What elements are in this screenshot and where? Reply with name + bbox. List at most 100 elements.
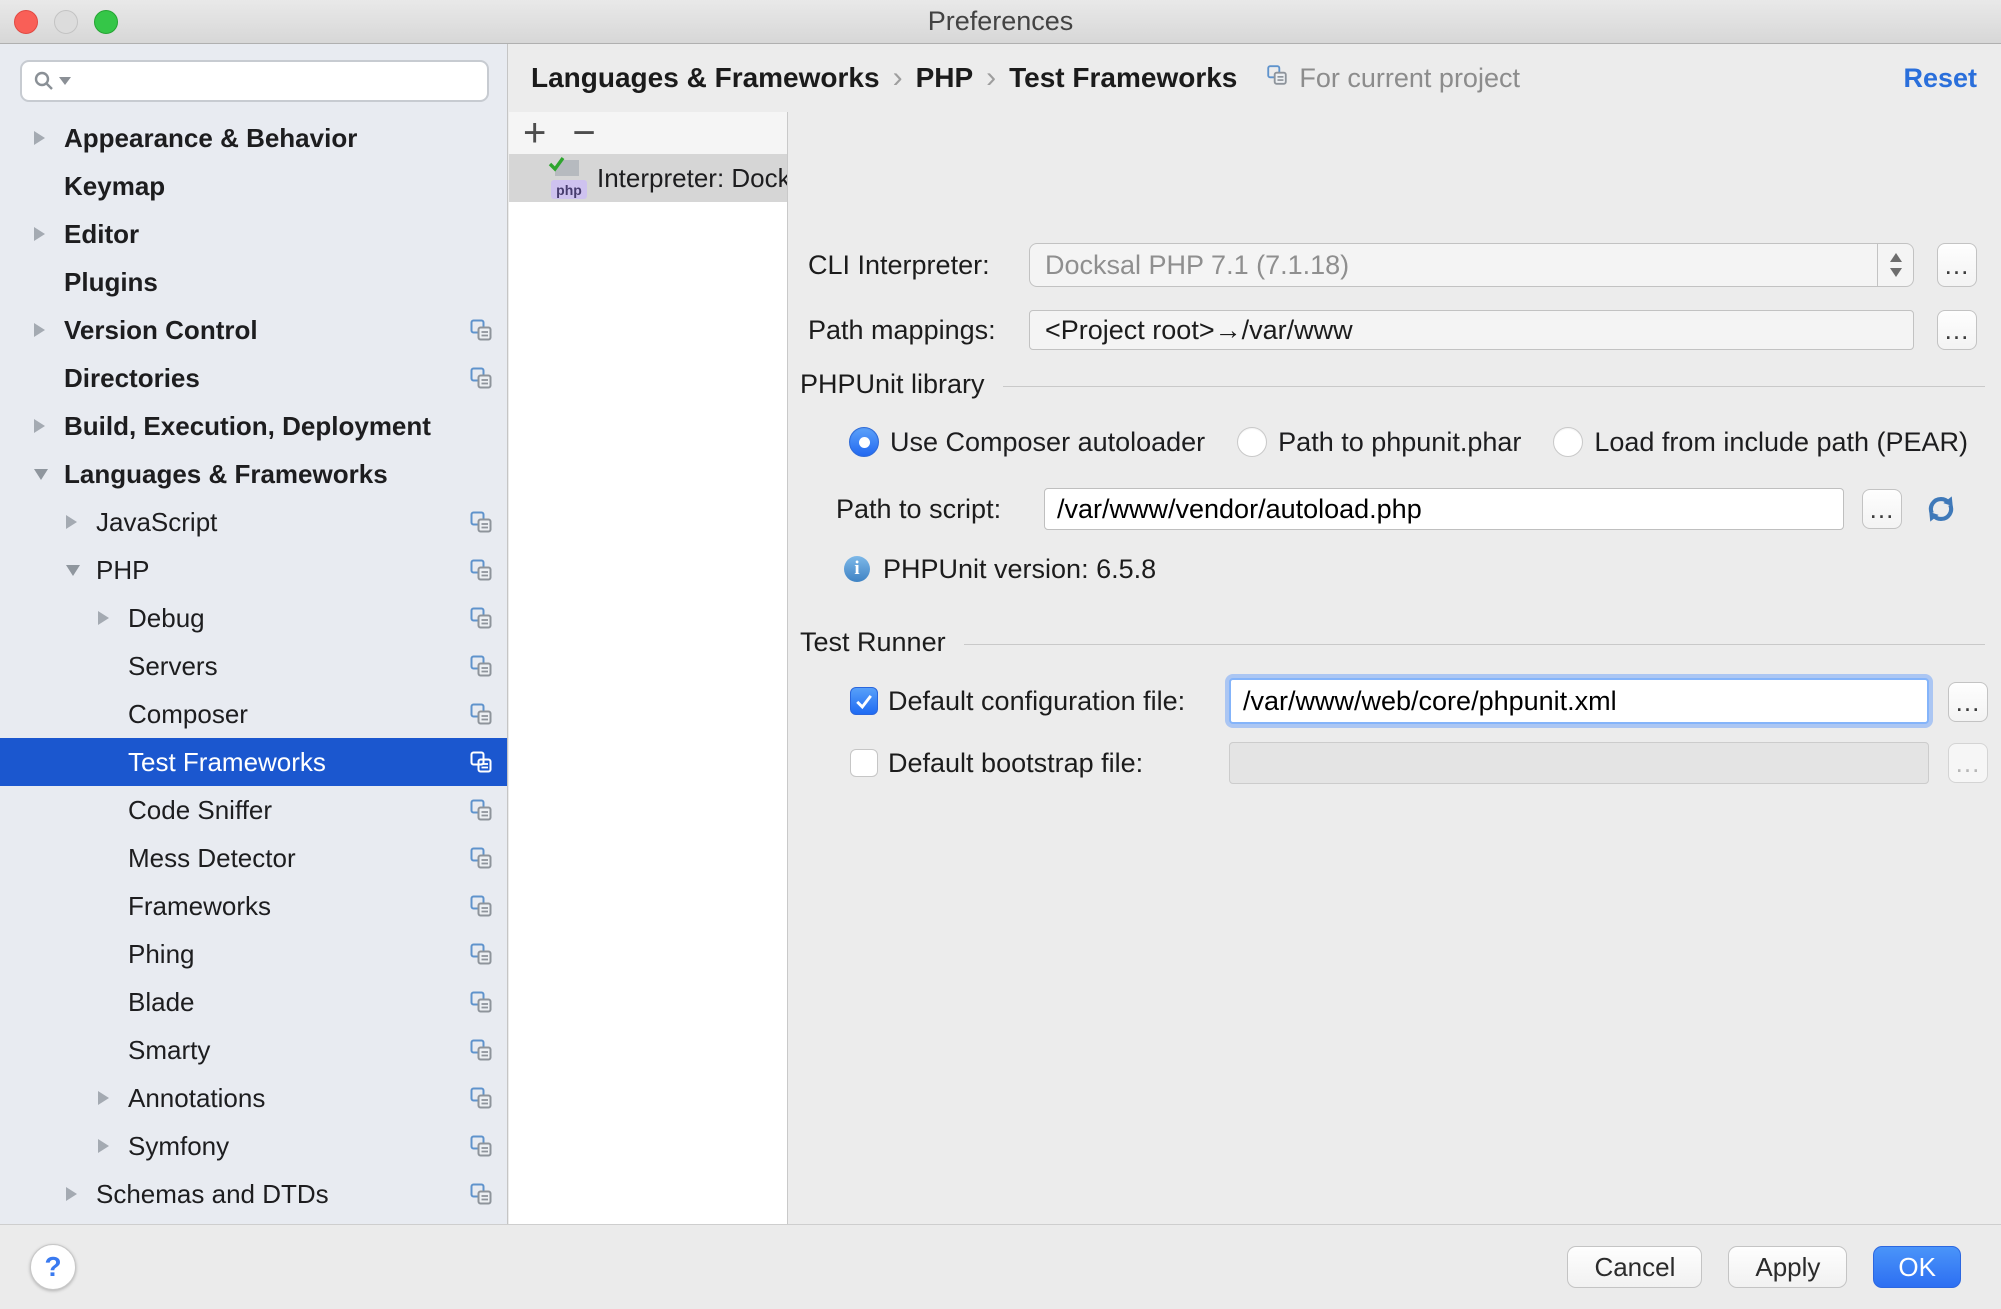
chevron-right-icon[interactable] xyxy=(66,515,96,529)
settings-search[interactable] xyxy=(20,60,489,102)
project-settings-icon xyxy=(468,1037,494,1063)
dialog-footer: ? Cancel Apply OK xyxy=(0,1224,2001,1309)
chevron-right-icon[interactable] xyxy=(98,1139,128,1153)
sidebar-item-appearance-behavior[interactable]: Appearance & Behavior xyxy=(0,114,507,162)
sidebar-item-phing[interactable]: Phing xyxy=(0,930,507,978)
remove-button[interactable]: − xyxy=(572,113,595,153)
help-icon[interactable]: ? xyxy=(30,1244,76,1290)
zoom-window-icon[interactable] xyxy=(94,10,118,34)
sidebar-item-build-execution-deployment[interactable]: Build, Execution, Deployment xyxy=(0,402,507,450)
default-bootstrap-checkbox[interactable] xyxy=(850,749,878,777)
cli-interpreter-select[interactable]: Docksal PHP 7.1 (7.1.18) xyxy=(1029,243,1914,287)
sidebar-item-keymap[interactable]: Keymap xyxy=(0,162,507,210)
search-filter-caret-icon[interactable] xyxy=(59,77,71,85)
sidebar-item-php[interactable]: PHP xyxy=(0,546,507,594)
default-config-browse-button[interactable]: ... xyxy=(1948,682,1988,722)
sidebar-item-debug[interactable]: Debug xyxy=(0,594,507,642)
cancel-button[interactable]: Cancel xyxy=(1567,1246,1702,1288)
path-mappings-label: Path mappings: xyxy=(808,310,996,350)
default-config-checkbox[interactable] xyxy=(850,687,878,715)
radio-button-icon[interactable] xyxy=(1553,427,1583,457)
title-bar: Preferences xyxy=(0,0,2001,44)
header-band: Languages & Frameworks › PHP › Test Fram… xyxy=(509,44,2001,112)
chevron-down-icon[interactable] xyxy=(66,565,96,576)
sidebar-item-label: Code Sniffer xyxy=(128,795,272,826)
chevron-right-icon[interactable] xyxy=(98,1091,128,1105)
sidebar-item-label: Schemas and DTDs xyxy=(96,1179,329,1210)
search-input[interactable] xyxy=(77,67,477,95)
sidebar-item-version-control[interactable]: Version Control xyxy=(0,306,507,354)
sidebar-item-label: Languages & Frameworks xyxy=(64,459,388,490)
breadcrumb-item[interactable]: Languages & Frameworks xyxy=(531,62,880,94)
ok-button[interactable]: OK xyxy=(1873,1246,1961,1288)
sidebar-item-label: Debug xyxy=(128,603,205,634)
default-bootstrap-browse-button: ... xyxy=(1948,743,1988,783)
default-config-input[interactable] xyxy=(1229,678,1929,724)
radio-load-from-include-path-pear[interactable]: Load from include path (PEAR) xyxy=(1553,427,1968,458)
sidebar-item-mess-detector[interactable]: Mess Detector xyxy=(0,834,507,882)
minimize-window-icon[interactable] xyxy=(54,10,78,34)
breadcrumb-separator: › xyxy=(880,61,916,95)
sidebar-item-label: Phing xyxy=(128,939,195,970)
interpreter-list-item[interactable]: php Interpreter: Dock xyxy=(509,154,787,202)
project-settings-icon xyxy=(468,653,494,679)
interpreter-list-panel: + − php Interpreter: Dock xyxy=(509,112,788,1224)
default-bootstrap-label: Default bootstrap file: xyxy=(888,742,1143,784)
chevron-down-icon[interactable] xyxy=(34,469,64,480)
path-to-script-input[interactable] xyxy=(1044,488,1844,530)
sidebar-item-frameworks[interactable]: Frameworks xyxy=(0,882,507,930)
sidebar-item-languages-frameworks[interactable]: Languages & Frameworks xyxy=(0,450,507,498)
sidebar-item-servers[interactable]: Servers xyxy=(0,642,507,690)
close-window-icon[interactable] xyxy=(14,10,38,34)
sync-refresh-icon[interactable] xyxy=(1922,490,1960,533)
phpunit-library-radios: Use Composer autoloader Path to phpunit.p… xyxy=(849,417,1968,467)
search-icon xyxy=(32,69,71,93)
path-to-script-label: Path to script: xyxy=(836,488,1001,530)
chevron-right-icon[interactable] xyxy=(34,131,64,145)
add-button[interactable]: + xyxy=(523,113,546,153)
sidebar-item-blade[interactable]: Blade xyxy=(0,978,507,1026)
sidebar-item-composer[interactable]: Composer xyxy=(0,690,507,738)
test-frameworks-form: CLI Interpreter: Docksal PHP 7.1 (7.1.18… xyxy=(789,112,2001,1224)
cli-interpreter-browse-button[interactable]: ... xyxy=(1937,243,1977,287)
cli-interpreter-label: CLI Interpreter: xyxy=(808,243,990,287)
chevron-right-icon[interactable] xyxy=(34,227,64,241)
path-mappings-browse-button[interactable]: ... xyxy=(1937,310,1977,350)
sidebar-item-label: Mess Detector xyxy=(128,843,296,874)
path-to-script-browse-button[interactable]: ... xyxy=(1862,489,1902,529)
scope-indicator: For current project xyxy=(1265,63,1520,94)
sidebar-item-code-sniffer[interactable]: Code Sniffer xyxy=(0,786,507,834)
project-settings-icon xyxy=(468,1133,494,1159)
combo-stepper-icon[interactable] xyxy=(1877,244,1913,286)
sidebar-item-plugins[interactable]: Plugins xyxy=(0,258,507,306)
radio-button-icon[interactable] xyxy=(1237,427,1267,457)
test-runner-title: Test Runner xyxy=(800,627,946,658)
sidebar-item-symfony[interactable]: Symfony xyxy=(0,1122,507,1170)
breadcrumb-item[interactable]: Test Frameworks xyxy=(1009,62,1237,94)
radio-path-to-phpunit-phar[interactable]: Path to phpunit.phar xyxy=(1237,427,1521,458)
project-settings-icon xyxy=(468,605,494,631)
breadcrumb-item[interactable]: PHP xyxy=(916,62,974,94)
chevron-right-icon[interactable] xyxy=(34,419,64,433)
preferences-window: Preferences Appearance & BehaviorKeymapE… xyxy=(0,0,2001,1309)
sidebar-item-smarty[interactable]: Smarty xyxy=(0,1026,507,1074)
sidebar-item-label: Test Frameworks xyxy=(128,747,326,778)
sidebar-item-label: Build, Execution, Deployment xyxy=(64,411,431,442)
sidebar-item-label: Blade xyxy=(128,987,195,1018)
php-file-icon: php xyxy=(545,156,589,200)
sidebar-item-directories[interactable]: Directories xyxy=(0,354,507,402)
project-settings-icon xyxy=(468,1181,494,1207)
chevron-right-icon[interactable] xyxy=(66,1187,96,1201)
chevron-right-icon[interactable] xyxy=(34,323,64,337)
sidebar-item-test-frameworks[interactable]: Test Frameworks xyxy=(0,738,507,786)
apply-button[interactable]: Apply xyxy=(1728,1246,1847,1288)
sidebar-item-editor[interactable]: Editor xyxy=(0,210,507,258)
sidebar-item-annotations[interactable]: Annotations xyxy=(0,1074,507,1122)
radio-button-icon[interactable] xyxy=(849,427,879,457)
chevron-right-icon[interactable] xyxy=(98,611,128,625)
sidebar-item-javascript[interactable]: JavaScript xyxy=(0,498,507,546)
sidebar-item-schemas-and-dtds[interactable]: Schemas and DTDs xyxy=(0,1170,507,1218)
radio-use-composer-autoloader[interactable]: Use Composer autoloader xyxy=(849,427,1205,458)
breadcrumb: Languages & Frameworks › PHP › Test Fram… xyxy=(531,61,1237,95)
reset-link[interactable]: Reset xyxy=(1903,63,1977,94)
